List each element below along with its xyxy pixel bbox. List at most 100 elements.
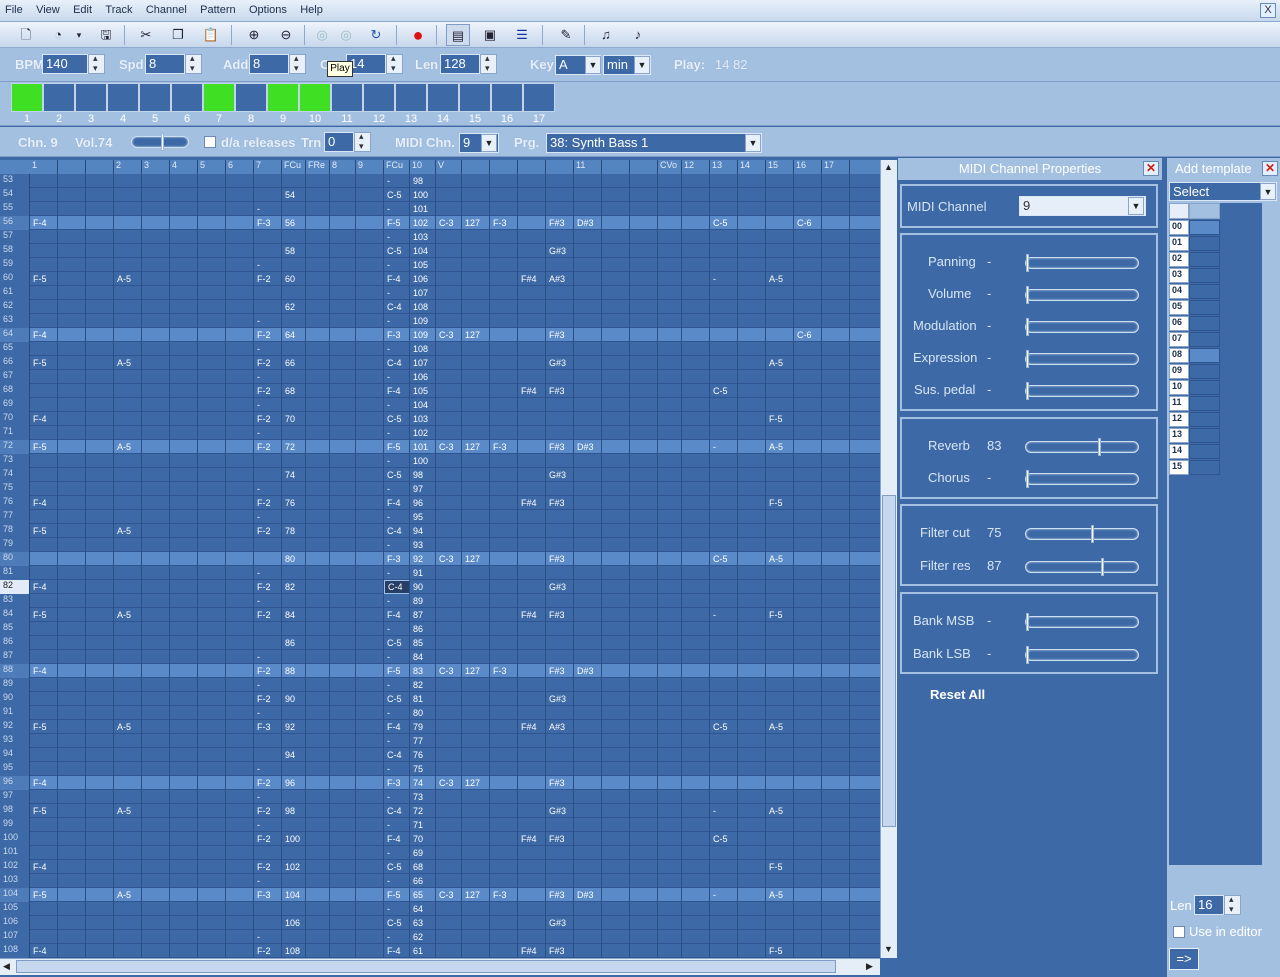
note-cell[interactable]: 80 [410,706,436,720]
template-row-cell[interactable] [1189,268,1220,283]
filter-res-slider[interactable] [1025,558,1139,576]
note-cell[interactable]: F-2 [254,776,282,790]
note-cell[interactable]: - [384,818,410,832]
note-cell[interactable]: 84 [410,650,436,664]
note-cell[interactable]: F#3 [546,440,574,454]
zoom-out-icon[interactable]: ⊖ [274,24,298,46]
note-cell[interactable]: C-5 [384,468,410,482]
note-cell[interactable]: F#4 [518,608,546,622]
note-cell[interactable]: F#4 [518,832,546,846]
column-header[interactable]: 14 [738,160,766,174]
pattern-slot[interactable] [299,83,331,112]
note-cell[interactable]: 61 [410,944,436,958]
template-row-number[interactable]: 03 [1169,268,1189,283]
new-file-icon[interactable]: 🗋 [14,24,38,46]
tracker-row[interactable]: 104 F-5 A-5 F-3 104 F-5 65 C-3 127 F-3 F#3 D#3- A-5 [0,888,880,902]
tracker-row[interactable]: 66 F-5 A-5 F-2 66 C-4 107 G#3 A-5 [0,356,880,370]
tracker-row[interactable]: 80 80 F-3 92 C-3 127 F#3 C-5 A-5 [0,552,880,566]
column-header[interactable]: 16 [794,160,822,174]
note-cell[interactable]: 97 [410,482,436,496]
pattern-slot[interactable] [459,83,491,112]
copy-icon[interactable]: ❐ [166,24,190,46]
note-cell[interactable]: 92 [282,720,306,734]
note-cell[interactable]: - [384,762,410,776]
len-stepper[interactable] [480,53,497,74]
note-cell[interactable]: F#3 [546,664,574,678]
note-cell[interactable]: - [384,202,410,216]
note-cell[interactable]: C-5 [384,244,410,258]
tracker-row[interactable]: 90 F-2 90 C-5 81 G#3 [0,692,880,706]
note-cell[interactable]: F-4 [30,944,58,958]
note-cell[interactable]: F-5 [766,608,794,622]
column-header[interactable] [58,160,86,174]
note-cell[interactable]: 102 [282,860,306,874]
note-cell[interactable]: - [384,734,410,748]
slider-knob[interactable] [1026,350,1029,368]
pattern-slot[interactable] [331,83,363,112]
tracker-row[interactable]: 67- -106 [0,370,880,384]
note-cell[interactable]: 91 [410,566,436,580]
pattern-slot[interactable] [363,83,395,112]
note-cell[interactable]: 101 [410,440,436,454]
note-cell[interactable]: - [710,804,738,818]
tracker-row[interactable]: 106 106 C-5 63 G#3 [0,916,880,930]
note-cell[interactable]: - [254,314,282,328]
tracker-row[interactable]: 53 -98 [0,174,880,188]
note-cell[interactable]: 100 [282,832,306,846]
note-cell[interactable]: - [384,286,410,300]
note-cell[interactable]: 96 [282,776,306,790]
note-cell[interactable]: 89 [410,594,436,608]
note-cell[interactable]: A-5 [114,804,142,818]
key-dropdown-icon[interactable]: ▼ [585,56,601,74]
note-cell[interactable]: C-5 [384,636,410,650]
note-cell[interactable]: 64 [282,328,306,342]
pattern-slot[interactable] [43,83,75,112]
tracker-row[interactable]: 107- -62 [0,930,880,944]
horizontal-scroll-thumb[interactable] [16,960,836,973]
note-cell[interactable]: 74 [410,776,436,790]
note-cell[interactable]: 127 [462,664,490,678]
note-cell[interactable]: C-4 [384,580,410,594]
tracker-row[interactable]: 64 F-4 F-2 64 F-3 109 C-3 127 F#3 C-6 [0,328,880,342]
bpm-stepper[interactable] [88,53,105,74]
modulation-slider[interactable] [1025,318,1139,336]
note-cell[interactable]: A-5 [766,720,794,734]
column-header[interactable]: 10 [410,160,436,174]
note-cell[interactable]: F-4 [384,720,410,734]
note-cell[interactable]: - [384,174,410,188]
tracker-row[interactable]: 108 F-4 F-2 108 F-4 61 F#4 F#3 F-5 [0,944,880,958]
template-row-cell[interactable] [1189,332,1220,347]
note-cell[interactable]: A-5 [766,356,794,370]
template-row-number[interactable]: 13 [1169,428,1189,443]
note-cell[interactable]: C-3 [436,664,462,678]
note-cell[interactable]: F-3 [490,888,518,902]
panning-slider[interactable] [1025,254,1139,272]
note-cell[interactable]: 70 [282,412,306,426]
column-header[interactable]: 8 [330,160,356,174]
note-cell[interactable]: 72 [410,804,436,818]
tracker-row[interactable]: 63- -109 [0,314,880,328]
menu-view[interactable]: View [31,0,65,16]
note-cell[interactable]: F-5 [766,944,794,958]
note-cell[interactable]: A-5 [114,440,142,454]
note-cell[interactable]: F-3 [490,440,518,454]
piano-roll-icon[interactable]: ▣ [478,24,502,46]
note-cell[interactable]: F-5 [384,664,410,678]
tracker-row[interactable]: 93 -77 [0,734,880,748]
tracker-row[interactable]: 84 F-5 A-5 F-2 84 F-4 87 F#4 F#3- F-5 [0,608,880,622]
note-cell[interactable]: - [254,762,282,776]
note-cell[interactable]: 105 [410,258,436,272]
bpm-field[interactable]: 140 [42,54,88,74]
note-cell[interactable]: C-4 [384,356,410,370]
note-cell[interactable]: A-5 [114,888,142,902]
tracker-row[interactable]: 73 -100 [0,454,880,468]
note-cell[interactable]: A-5 [766,552,794,566]
note-cell[interactable]: - [384,398,410,412]
midi-chn-dropdown-icon[interactable]: ▼ [481,134,497,152]
record-icon[interactable]: ● [406,24,430,46]
oct-stepper[interactable] [386,53,403,74]
note-cell[interactable]: F-2 [254,692,282,706]
note-cell[interactable]: - [254,594,282,608]
note-cell[interactable]: F-2 [254,272,282,286]
column-header[interactable]: 17 [822,160,850,174]
